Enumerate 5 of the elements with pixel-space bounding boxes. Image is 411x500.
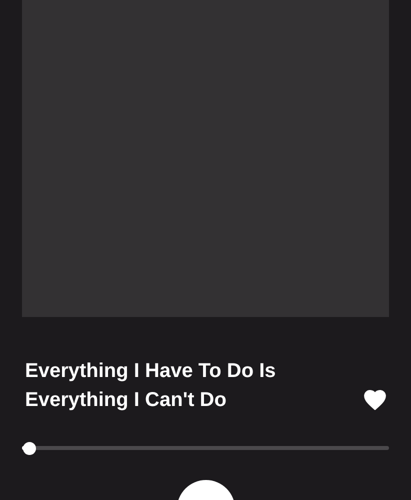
like-button[interactable]	[363, 389, 387, 411]
slider-thumb[interactable]	[23, 442, 36, 454]
progress-slider[interactable]	[22, 441, 389, 455]
track-title: Everything I Have To Do Is Everything I Can't Do	[25, 359, 277, 413]
heart-icon	[364, 390, 386, 410]
